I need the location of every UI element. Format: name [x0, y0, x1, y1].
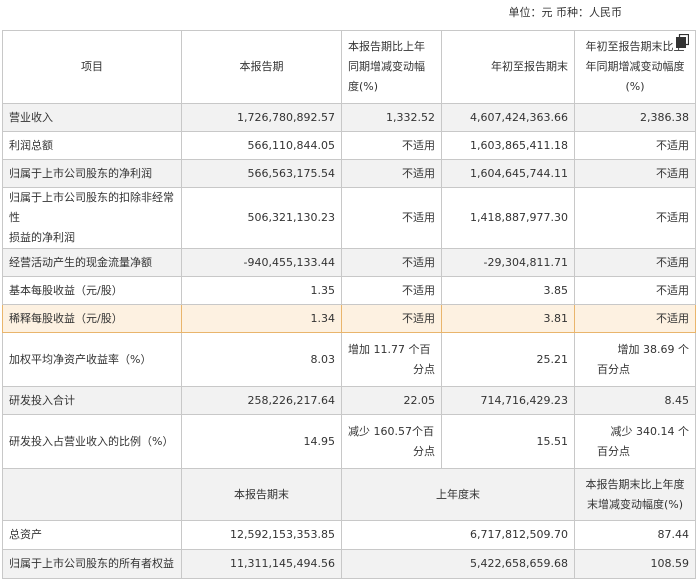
row-ytd-yoy: 不适用: [574, 159, 696, 188]
row-current: 566,110,844.05: [181, 131, 342, 160]
row-ytd: 3.81: [441, 304, 575, 333]
row-current: 14.95: [181, 414, 342, 469]
row-yoy: 不适用: [341, 187, 442, 249]
row-ytd-yoy: 2,386.38: [574, 103, 696, 132]
row-ytd-yoy: 不适用: [574, 276, 696, 305]
table-row: 研发投入合计 258,226,217.64 22.05 714,716,429.…: [2, 386, 696, 415]
header-current-period: 本报告期: [181, 30, 342, 104]
financial-data-table: 项目 本报告期 本报告期比上年 同期增减变动幅 度(%) 年初至报告期末 年初至报告…: [2, 30, 696, 579]
row-ytd: -29,304,811.71: [441, 248, 575, 277]
row-label: 归属于上市公司股东的净利润: [2, 159, 182, 188]
section2-header-row: 本报告期末 上年度末 本报告期末比上年度 末增减变动幅度(%): [2, 468, 696, 521]
table-row: 归属于上市公司股东的扣除非经常性 损益的净利润 506,321,130.23 不适…: [2, 187, 696, 249]
table-row: 基本每股收益（元/股） 1.35 不适用 3.85 不适用: [2, 276, 696, 305]
table-row: 归属于上市公司股东的所有者权益 11,311,145,494.56 5,422,…: [2, 549, 696, 579]
row-ytd-yoy: 增加 38.69 个百分点: [574, 332, 696, 387]
row-yoy: 不适用: [341, 248, 442, 277]
row-current: 258,226,217.64: [181, 386, 342, 415]
table-row: 经营活动产生的现金流量净额 -940,455,133.44 不适用 -29,30…: [2, 248, 696, 277]
table-row: 总资产 12,592,153,353.85 6,717,812,509.70 8…: [2, 520, 696, 550]
currency-unit-note: 单位：元 币种：人民币: [508, 6, 623, 19]
row-change: 108.59: [574, 549, 696, 579]
row-label: 加权平均净资产收益率（%）: [2, 332, 182, 387]
row-current: 1.34: [181, 304, 342, 333]
row-current: 1,726,780,892.57: [181, 103, 342, 132]
row-label: 稀释每股收益（元/股）: [2, 304, 182, 333]
row-label: 归属于上市公司股东的所有者权益: [2, 549, 182, 579]
header-ytd-yoy-change: 年初至报告期末比上 年同期增减变动幅度 (%): [574, 30, 696, 104]
section2-header-blank: [2, 468, 182, 521]
row-ytd-yoy: 减少 340.14 个百分点: [574, 414, 696, 469]
row-ytd-yoy: 不适用: [574, 304, 696, 333]
row-ytd-yoy: 不适用: [574, 131, 696, 160]
table-row: 利润总额 566,110,844.05 不适用 1,603,865,411.18…: [2, 131, 696, 160]
row-ytd: 4,607,424,363.66: [441, 103, 575, 132]
row-ytd: 15.51: [441, 414, 575, 469]
row-yoy: 不适用: [341, 131, 442, 160]
row-label: 利润总额: [2, 131, 182, 160]
row-yoy: 不适用: [341, 304, 442, 333]
row-yoy: 22.05: [341, 386, 442, 415]
row-label: 研发投入合计: [2, 386, 182, 415]
table-row: 加权平均净资产收益率（%） 8.03 增加 11.77 个百 分点 25.21 增…: [2, 332, 696, 387]
table-header-row: 项目 本报告期 本报告期比上年 同期增减变动幅 度(%) 年初至报告期末 年初至报告…: [2, 30, 696, 104]
row-ytd: 714,716,429.23: [441, 386, 575, 415]
table-row: 营业收入 1,726,780,892.57 1,332.52 4,607,424…: [2, 103, 696, 132]
row-current: 8.03: [181, 332, 342, 387]
row-label: 归属于上市公司股东的扣除非经常性 损益的净利润: [2, 187, 182, 249]
row-ytd-yoy: 不适用: [574, 187, 696, 249]
row-current: 566,563,175.54: [181, 159, 342, 188]
row-label: 研发投入占营业收入的比例（%）: [2, 414, 182, 469]
row-change: 87.44: [574, 520, 696, 550]
header-ytd: 年初至报告期末: [441, 30, 575, 104]
row-current: -940,455,133.44: [181, 248, 342, 277]
table-row: 归属于上市公司股东的净利润 566,563,175.54 不适用 1,604,6…: [2, 159, 696, 188]
table-row-highlighted: 稀释每股收益（元/股） 1.34 不适用 3.81 不适用: [2, 304, 696, 333]
table-row: 研发投入占营业收入的比例（%） 14.95 减少 160.57个百 分点 15.5…: [2, 414, 696, 469]
row-label: 总资产: [2, 520, 182, 550]
row-ytd: 1,604,645,744.11: [441, 159, 575, 188]
row-current: 1.35: [181, 276, 342, 305]
header-yoy-change: 本报告期比上年 同期增减变动幅 度(%): [341, 30, 442, 104]
row-ytd: 25.21: [441, 332, 575, 387]
row-current: 506,321,130.23: [181, 187, 342, 249]
header-period-end: 本报告期末: [181, 468, 342, 521]
header-item: 项目: [2, 30, 182, 104]
row-last-year-end: 6,717,812,509.70: [341, 520, 575, 550]
header-period-change: 本报告期末比上年度 末增减变动幅度(%): [574, 468, 696, 521]
row-yoy: 不适用: [341, 276, 442, 305]
row-yoy: 1,332.52: [341, 103, 442, 132]
row-period-end: 12,592,153,353.85: [181, 520, 342, 550]
row-ytd: 1,603,865,411.18: [441, 131, 575, 160]
row-yoy: 减少 160.57个百 分点: [341, 414, 442, 469]
row-last-year-end: 5,422,658,659.68: [341, 549, 575, 579]
row-ytd: 3.85: [441, 276, 575, 305]
row-ytd: 1,418,887,977.30: [441, 187, 575, 249]
row-label: 基本每股收益（元/股）: [2, 276, 182, 305]
header-last-year-end: 上年度末: [341, 468, 575, 521]
row-ytd-yoy: 不适用: [574, 248, 696, 277]
row-yoy: 不适用: [341, 159, 442, 188]
row-yoy: 增加 11.77 个百 分点: [341, 332, 442, 387]
row-label: 营业收入: [2, 103, 182, 132]
row-ytd-yoy: 8.45: [574, 386, 696, 415]
row-label: 经营活动产生的现金流量净额: [2, 248, 182, 277]
row-period-end: 11,311,145,494.56: [181, 549, 342, 579]
